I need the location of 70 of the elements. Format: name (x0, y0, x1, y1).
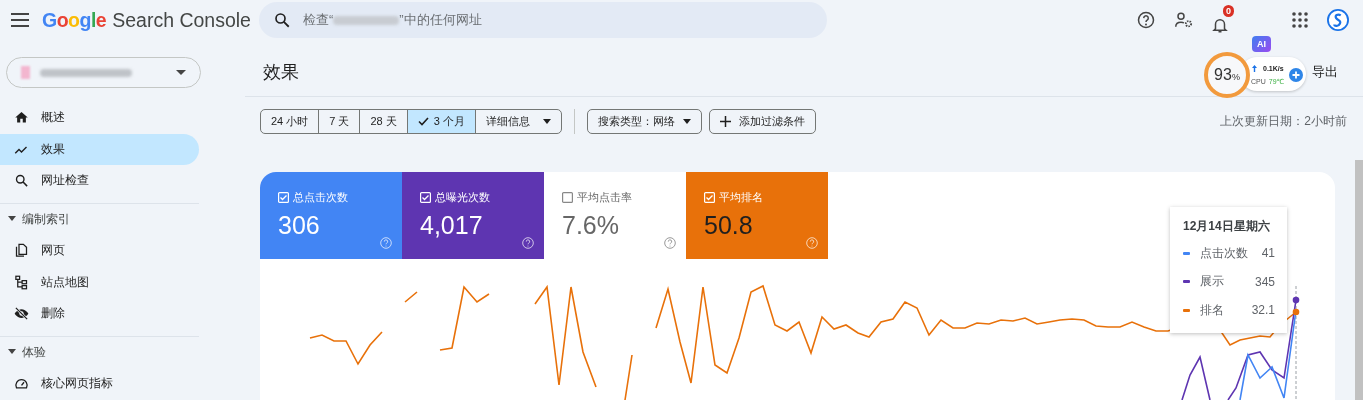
nav-item[interactable]: 站点地图 (0, 266, 199, 298)
metric-value: 7.6% (562, 211, 620, 240)
metric-tile[interactable]: 总点击次数 306 (260, 172, 402, 259)
add-filter-button[interactable]: 添加过滤条件 (708, 109, 816, 134)
caret-icon (176, 69, 186, 76)
tooltip-date: 12月14日星期六 (1183, 218, 1271, 235)
site-favicon (21, 66, 30, 79)
product-name: Search Console (112, 8, 251, 32)
series-name: 展示 (1200, 273, 1224, 291)
date-range-tab[interactable]: 24 小时 (261, 110, 319, 133)
series-name: 点击次数 (1200, 244, 1248, 262)
metric-tile[interactable]: 总曝光次数 4,017 (402, 172, 544, 259)
series-name: 排名 (1200, 301, 1224, 319)
checkbox-icon (562, 192, 573, 203)
metric-value: 306 (278, 211, 321, 240)
caret-icon (682, 119, 691, 124)
checkbox-icon (278, 192, 289, 203)
nav-section[interactable]: 编制索引 (0, 202, 199, 235)
checkbox-icon (704, 192, 715, 203)
nav-item[interactable]: 网页 (0, 235, 199, 267)
search-field[interactable]: 检查“ ”中的任何网址 (259, 2, 827, 38)
memory-usage-gauge: 93% (1204, 52, 1250, 98)
ai-badge[interactable]: AI (1252, 36, 1271, 52)
metric-tile[interactable]: 平均排名 50.8 (686, 172, 828, 259)
sitemap-icon (14, 274, 29, 290)
series-value: 41 (1261, 246, 1275, 261)
date-range-tab[interactable]: 3 个月 (406, 110, 475, 133)
date-range-tab[interactable]: 7 天 (318, 110, 360, 133)
page-title: 效果 (263, 61, 299, 84)
metric-label: 总曝光次数 (435, 190, 490, 205)
metric-value: 50.8 (704, 211, 754, 240)
google-logo: Google (42, 8, 107, 32)
series-value: 32.1 (1251, 303, 1275, 318)
export-button[interactable]: 导出 (1312, 63, 1338, 81)
checkbox-icon (420, 192, 431, 203)
search-icon (14, 173, 29, 189)
nav-item[interactable]: 删除 (0, 298, 199, 330)
date-range-tab[interactable]: 28 天 (359, 110, 407, 133)
plus-icon (719, 116, 731, 127)
account-avatar[interactable] (1327, 9, 1349, 31)
hidden-icon (14, 306, 29, 322)
metric-label: 平均点击率 (577, 190, 632, 205)
gauge-icon (14, 376, 29, 392)
metric-label: 平均排名 (719, 190, 763, 205)
nav-item[interactable]: 概述 (0, 102, 199, 134)
home-icon (14, 110, 29, 126)
date-range-tab[interactable]: 详细信息 (474, 110, 561, 133)
metric-value: 4,017 (420, 211, 484, 240)
upload-arrow-icon (1252, 65, 1257, 72)
menu-icon[interactable] (10, 10, 30, 30)
help-icon[interactable] (1135, 9, 1157, 31)
series-value: 345 (1254, 274, 1275, 289)
plus-icon[interactable] (1289, 68, 1303, 82)
caret-icon (8, 216, 16, 223)
pages-icon (14, 243, 29, 259)
nav-item[interactable]: 网址检查 (0, 165, 199, 197)
nav-item[interactable]: 效果 (0, 133, 199, 165)
last-updated-text: 上次更新日期：2小时前 (1220, 113, 1347, 130)
caret-icon (542, 119, 551, 124)
apps-icon[interactable] (1289, 9, 1311, 31)
blurred-text (333, 16, 400, 26)
metric-label: 总点击次数 (293, 190, 348, 205)
scrollbar-thumb[interactable] (1355, 160, 1363, 400)
notification-badge: 0 (1223, 5, 1234, 17)
search-type-filter[interactable]: 搜索类型：网络 (586, 109, 702, 134)
nav-item[interactable]: 核心网页指标 (0, 368, 199, 400)
search-icon (273, 11, 291, 29)
nav-section[interactable]: 体验 (0, 335, 199, 368)
check-icon (417, 117, 429, 126)
caret-icon (8, 349, 16, 356)
